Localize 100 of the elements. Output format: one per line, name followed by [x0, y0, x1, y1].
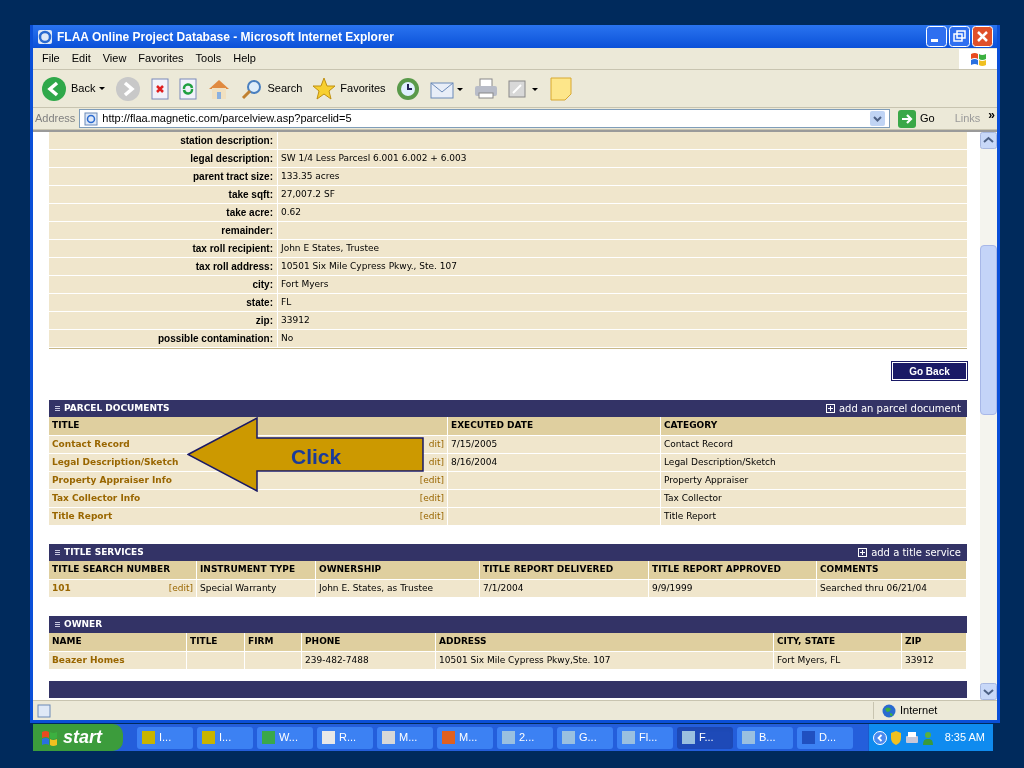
row-link[interactable]: Tax Collector Info [52, 491, 141, 506]
taskbar-button[interactable]: 2... [497, 726, 553, 749]
ie-icon [37, 28, 53, 45]
menu-item[interactable]: Edit [66, 50, 96, 67]
add-link[interactable]: add a title service [858, 545, 961, 560]
field-value: No [281, 331, 294, 345]
table-cell-text: Tax Collector [664, 491, 722, 505]
grip-icon [55, 622, 60, 627]
status-zone: Internet [900, 703, 938, 719]
table-cell-text: Fort Myers, FL [777, 653, 841, 667]
field-label: remainder: [220, 224, 274, 238]
go-button[interactable]: Go [893, 109, 939, 128]
menu-item[interactable]: View [97, 50, 132, 67]
taskbar-button[interactable]: M... [377, 726, 433, 749]
row-link[interactable]: Legal Description/Sketch [52, 455, 179, 470]
minimize-button[interactable] [926, 26, 947, 47]
links-label: Links [954, 111, 981, 127]
stop-icon[interactable] [151, 77, 170, 100]
column-header: TITLE [52, 419, 80, 433]
printer-icon[interactable] [473, 77, 498, 100]
window-title: FLAA Online Project Database - Microsoft Internet Explorer [57, 28, 395, 46]
column-header: TITLE SEARCH NUMBER [52, 563, 171, 577]
table-cell-text: Title Report [664, 509, 716, 523]
field-label: possible contamination: [157, 332, 274, 346]
field-label: tax roll recipient: [191, 242, 274, 256]
column-header: ADDRESS [439, 635, 487, 649]
column-header: FIRM [248, 635, 274, 649]
menu-item[interactable]: Help [228, 50, 261, 67]
menu-item[interactable]: Favorites [133, 50, 189, 67]
refresh-icon[interactable] [179, 77, 198, 100]
field-label: station description: [179, 134, 274, 148]
row-link[interactable]: 101 [52, 581, 71, 596]
windows-logo-icon [41, 729, 59, 746]
go-back-button[interactable]: Go Back [892, 362, 967, 380]
table-cell-text: 7/1/2004 [483, 581, 524, 595]
field-value: Fort Myers [281, 277, 329, 291]
restore-button[interactable] [949, 26, 970, 47]
taskbar-button[interactable]: R... [317, 726, 373, 749]
search-icon [241, 77, 264, 100]
field-value: FL [281, 295, 292, 309]
field-label: state: [245, 296, 274, 310]
column-header: COMMENTS [820, 563, 879, 577]
scroll-thumb[interactable] [980, 245, 997, 415]
edit-link[interactable]: [edit] [168, 581, 193, 596]
taskbar-button[interactable]: B... [737, 726, 793, 749]
column-header: TITLE [190, 635, 218, 649]
toolbar-button[interactable]: Back [39, 75, 108, 102]
taskbar-button[interactable]: G... [557, 726, 613, 749]
edit-link[interactable]: [edit] [419, 509, 444, 524]
field-label: tax roll address: [194, 260, 274, 274]
field-label: parent tract size: [191, 170, 274, 184]
edit-link[interactable]: [edit] [419, 473, 444, 488]
table-cell-text: 33912 [905, 653, 934, 667]
edit-link[interactable]: [edit] [419, 491, 444, 506]
field-label: legal description: [189, 152, 274, 166]
windows-logo-icon [959, 48, 997, 69]
taskbar-button[interactable]: M... [437, 726, 493, 749]
table-cell-text: Special Warranty [200, 581, 277, 595]
field-value: 10501 Six Mile Cypress Pkwy., Ste. 107 [281, 259, 457, 273]
taskbar-button[interactable]: F... [677, 726, 733, 749]
column-header: INSTRUMENT TYPE [200, 563, 296, 577]
scroll-down-icon [980, 683, 997, 700]
edit-link[interactable]: dit] [428, 455, 444, 470]
column-header: TITLE REPORT DELIVERED [483, 563, 614, 577]
field-label: take sqft: [227, 188, 274, 202]
taskbar-button[interactable]: D... [797, 726, 853, 749]
window-icon[interactable] [507, 78, 540, 99]
column-header: CITY, STATE [777, 635, 836, 649]
taskbar-button[interactable]: I... [197, 726, 253, 749]
table-cell-text: 239-482-7488 [305, 653, 369, 667]
row-link[interactable]: Beazer Homes [52, 653, 125, 668]
table-cell-text: 8/16/2004 [451, 455, 498, 469]
taskbar-button[interactable]: W... [257, 726, 313, 749]
address-field[interactable]: http://flaa.magnetic.com/parcelview.asp?parcelid=5 [79, 109, 890, 128]
toolbar-button[interactable]: Favorites [310, 76, 388, 101]
column-header: NAME [52, 635, 82, 649]
taskbar-button[interactable]: Fl... [617, 726, 673, 749]
row-link[interactable]: Contact Record [52, 437, 130, 452]
menu-item[interactable]: Tools [190, 50, 227, 67]
start-button[interactable]: start [33, 724, 123, 751]
clock: 8:35 AM [944, 730, 985, 746]
column-header: ZIP [905, 635, 922, 649]
close-button[interactable] [972, 26, 993, 47]
add-link[interactable]: add an parcel document [825, 401, 961, 416]
menu-item[interactable]: File [37, 50, 65, 67]
row-link[interactable]: Title Report [52, 509, 113, 524]
row-link[interactable]: Property Appraiser Info [52, 473, 172, 488]
taskbar-button[interactable]: I... [137, 726, 193, 749]
grip-icon [55, 550, 60, 555]
scrollbar[interactable] [980, 132, 997, 700]
field-label: take acre: [225, 206, 274, 220]
callout-label: Click [291, 444, 342, 470]
shield-icon [889, 730, 902, 745]
more-button[interactable]: » [988, 108, 995, 121]
toolbar-button[interactable]: Search [239, 77, 305, 100]
edit-link[interactable]: dit] [428, 437, 444, 452]
grip-icon [55, 406, 60, 411]
table-cell-text: John E. States, as Trustee [319, 581, 433, 595]
page-icon [84, 111, 99, 126]
clock-icon[interactable] [395, 76, 420, 101]
